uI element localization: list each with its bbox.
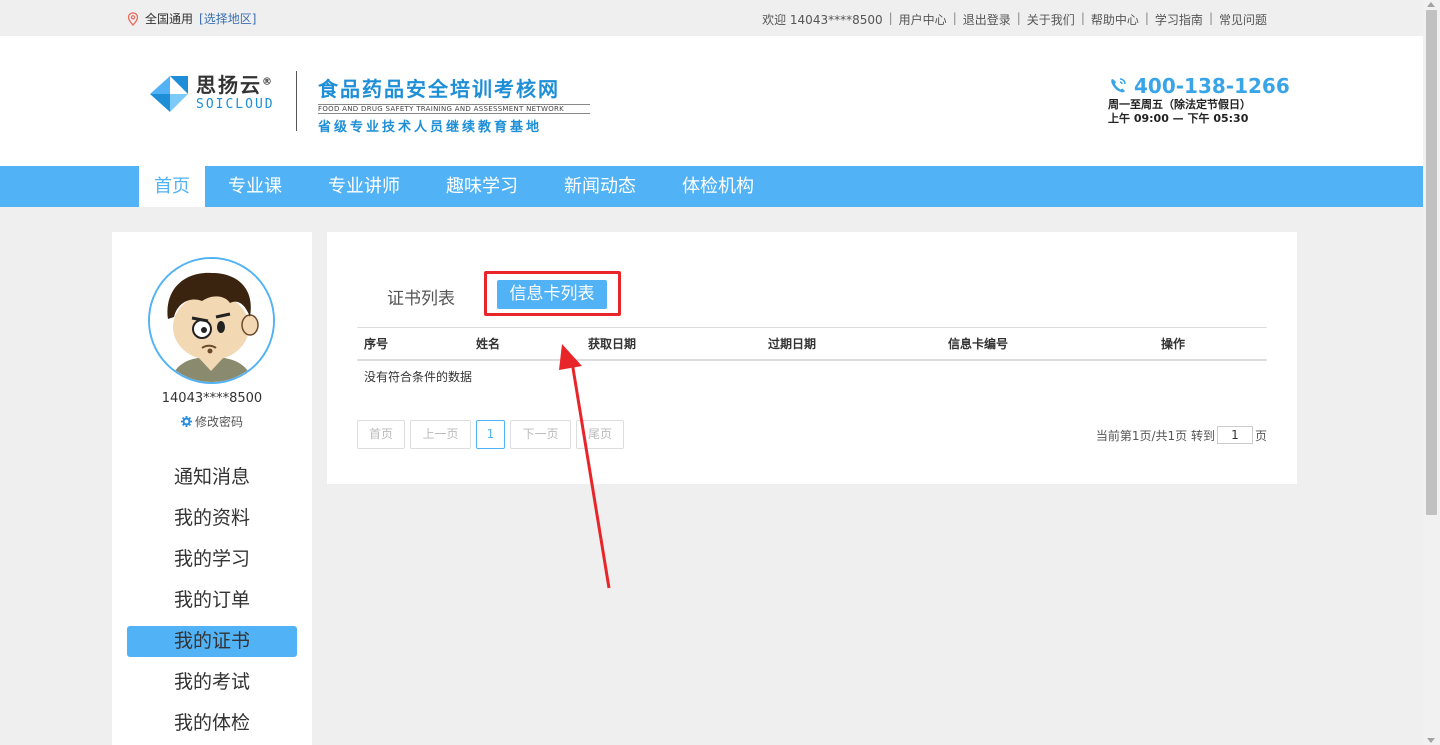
page-info: 当前第1页/共1页 转到 页 <box>1096 426 1267 444</box>
nav-item-fun-learning[interactable]: 趣味学习 <box>423 166 541 207</box>
col-name: 姓名 <box>476 337 501 351</box>
scroll-down-arrow-icon[interactable] <box>1427 738 1435 743</box>
registered-mark: ® <box>262 76 274 88</box>
main-nav: 首页 专业课 专业讲师 趣味学习 新闻动态 体检机构 <box>0 166 1423 207</box>
site-title-block: 食品药品安全培训考核网 FOOD AND DRUG SAFETY TRAININ… <box>318 73 590 135</box>
top-links: 欢迎 14043****8500 | 用户中心 | 退出登录 | 关于我们 | … <box>756 11 1273 28</box>
nav-item-news[interactable]: 新闻动态 <box>541 166 659 207</box>
prev-page-button[interactable]: 上一页 <box>410 420 471 449</box>
logo-english-name: SOICLOUD <box>196 97 275 112</box>
last-page-button[interactable]: 尾页 <box>576 420 624 449</box>
service-days: 周一至周五（除法定节假日） <box>1108 98 1251 111</box>
nav-item-exam-institutions[interactable]: 体检机构 <box>659 166 777 207</box>
site-header: 思扬云® SOICLOUD 食品药品安全培训考核网 FOOD AND DRUG … <box>0 36 1423 166</box>
brand-logo[interactable]: 思扬云® SOICLOUD <box>148 72 275 114</box>
user-center-link[interactable]: 用户中心 <box>893 11 953 28</box>
col-index: 序号 <box>364 337 389 351</box>
next-page-button[interactable]: 下一页 <box>510 420 571 449</box>
sidebar-item-my-checkups[interactable]: 我的体检 <box>127 708 297 739</box>
site-subtitle: 省级专业技术人员继续教育基地 <box>318 120 543 135</box>
welcome-text: 欢迎 14043****8500 <box>762 13 883 27</box>
change-password-label: 修改密码 <box>194 415 243 429</box>
nav-item-courses[interactable]: 专业课 <box>205 166 305 207</box>
contact-phone: 400-138-1266 周一至周五（除法定节假日） 上午 09:00 — 下午… <box>1108 74 1290 126</box>
change-password-link[interactable]: 修改密码 <box>112 413 312 430</box>
user-sidebar: 14043****8500 修改密码 通知消息 我的资料 我的学习 我的订单 我… <box>112 232 312 745</box>
service-hours: 上午 09:00 — 下午 05:30 <box>1108 112 1249 125</box>
sidebar-item-my-exams[interactable]: 我的考试 <box>127 667 297 698</box>
sidebar-item-profile[interactable]: 我的资料 <box>127 503 297 534</box>
phone-number: 400-138-1266 <box>1134 74 1290 98</box>
site-title-english: FOOD AND DRUG SAFETY TRAINING AND ASSESS… <box>318 104 590 114</box>
region-selector: 全国通用 [选择地区] <box>127 10 256 27</box>
logo-chinese-name: 思扬云 <box>196 73 262 97</box>
nav-item-lecturers[interactable]: 专业讲师 <box>305 166 423 207</box>
sidebar-menu: 通知消息 我的资料 我的学习 我的订单 我的证书 我的考试 我的体检 <box>127 462 297 745</box>
logo-mark-icon <box>150 76 188 112</box>
tab-info-card-list[interactable]: 信息卡列表 <box>497 280 607 309</box>
empty-message: 没有符合条件的数据 <box>364 370 473 384</box>
select-region-link[interactable]: [选择地区] <box>199 10 256 27</box>
study-guide-link[interactable]: 学习指南 <box>1149 11 1209 28</box>
avatar[interactable] <box>148 257 275 384</box>
page-info-text: 当前第1页/共1页 转到 <box>1095 428 1215 443</box>
nav-item-home[interactable]: 首页 <box>139 166 205 207</box>
location-pin-icon <box>127 11 139 26</box>
gear-icon <box>180 416 192 427</box>
col-obtained-date: 获取日期 <box>588 337 637 351</box>
info-card-table: 序号 姓名 获取日期 过期日期 信息卡编号 操作 没有符合条件的数据 <box>357 327 1267 393</box>
user-id: 14043****8500 <box>161 391 263 406</box>
col-expiry-date: 过期日期 <box>768 337 817 351</box>
logout-link[interactable]: 退出登录 <box>957 11 1017 28</box>
sidebar-item-my-learning[interactable]: 我的学习 <box>127 544 297 575</box>
tab-certificate-list[interactable]: 证书列表 <box>387 284 455 309</box>
faq-link[interactable]: 常见问题 <box>1213 11 1273 28</box>
about-us-link[interactable]: 关于我们 <box>1021 11 1081 28</box>
phone-icon <box>1111 78 1126 93</box>
pagination: 首页 上一页 1 下一页 尾页 <box>357 420 624 449</box>
logo-divider <box>296 71 297 131</box>
sidebar-item-my-certificates[interactable]: 我的证书 <box>127 626 297 657</box>
top-bar: 全国通用 [选择地区] 欢迎 14043****8500 | 用户中心 | 退出… <box>0 0 1423 36</box>
help-center-link[interactable]: 帮助中心 <box>1085 11 1145 28</box>
goto-page-input[interactable] <box>1216 426 1253 444</box>
scrollbar-thumb[interactable] <box>1426 10 1437 515</box>
scroll-up-arrow-icon[interactable] <box>1427 2 1435 7</box>
col-actions: 操作 <box>1161 337 1186 351</box>
table-header: 序号 姓名 获取日期 过期日期 信息卡编号 操作 <box>357 327 1267 361</box>
first-page-button[interactable]: 首页 <box>357 420 405 449</box>
sidebar-item-my-orders[interactable]: 我的订单 <box>127 585 297 616</box>
page-1-button[interactable]: 1 <box>476 420 505 449</box>
main-panel: 证书列表 信息卡列表 序号 姓名 获取日期 过期日期 信息卡编号 操作 没有符合… <box>327 232 1297 484</box>
cartoon-avatar-icon <box>150 259 273 382</box>
site-title: 食品药品安全培训考核网 <box>318 77 560 101</box>
col-card-number: 信息卡编号 <box>948 337 1009 351</box>
current-region: 全国通用 <box>145 12 194 26</box>
page-scrollbar[interactable] <box>1423 0 1440 745</box>
sidebar-item-notifications[interactable]: 通知消息 <box>127 462 297 493</box>
page-suffix: 页 <box>1254 428 1267 443</box>
